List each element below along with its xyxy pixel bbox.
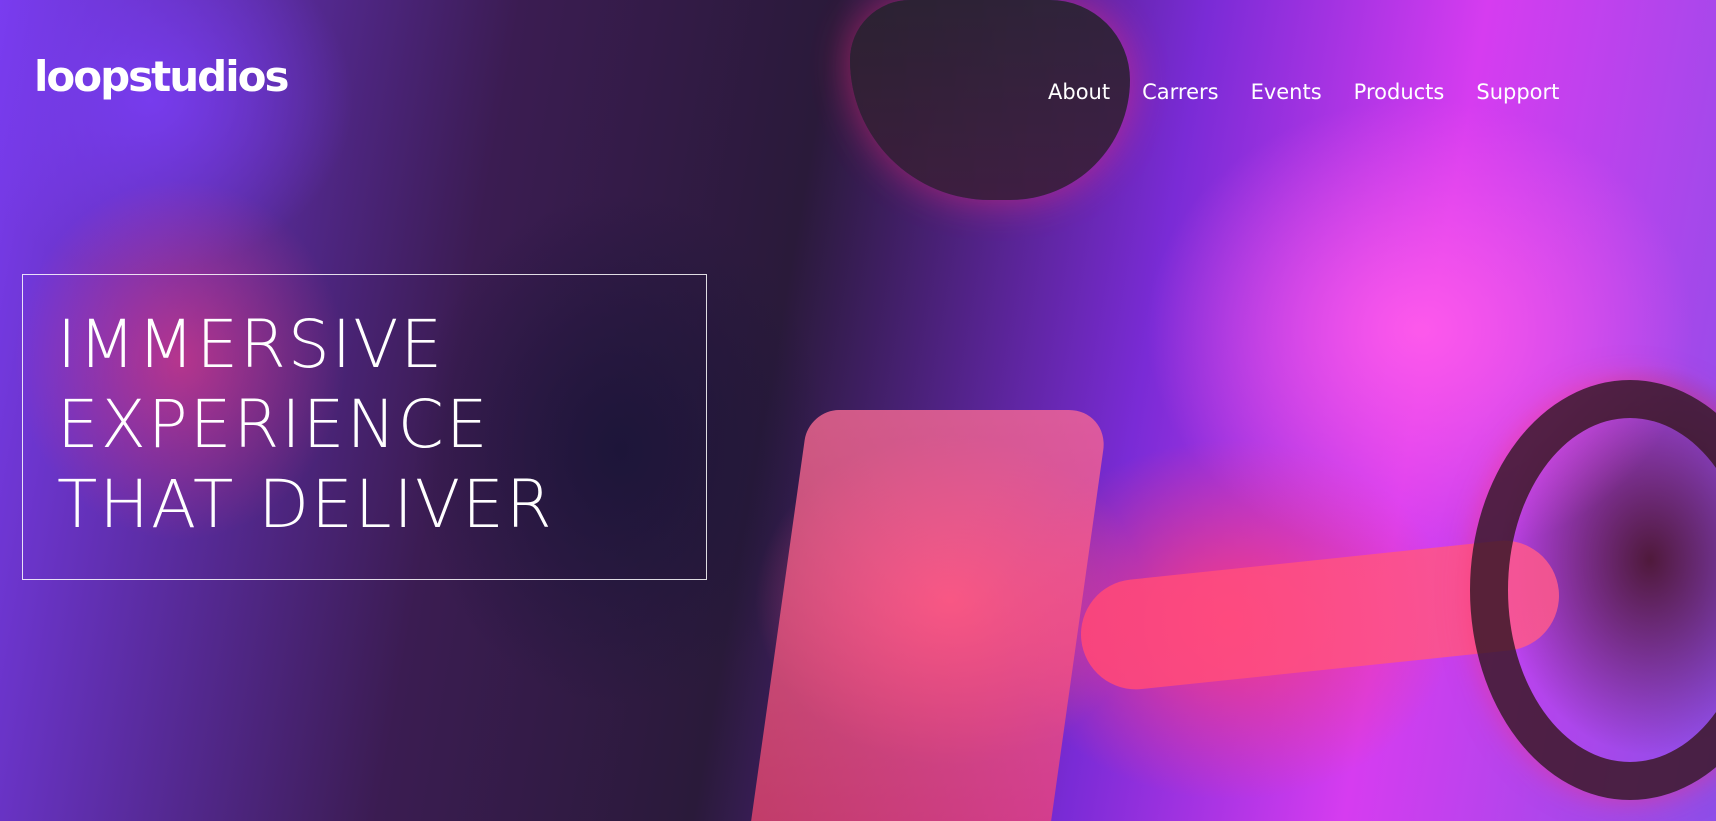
headline-line-3: THAT DELIVER bbox=[57, 466, 554, 543]
headline-line-1: IMMERSIVE bbox=[57, 306, 445, 383]
hero-headline: IMMERSIVE EXPERIENCE THAT DELIVER bbox=[57, 305, 554, 545]
hero-section: loopstudios About Carrers Events Product… bbox=[0, 0, 1716, 821]
nav-item-products[interactable]: Products bbox=[1354, 82, 1445, 103]
logo[interactable]: loopstudios bbox=[34, 56, 289, 98]
nav-item-events[interactable]: Events bbox=[1251, 82, 1322, 103]
nav-item-about[interactable]: About bbox=[1048, 82, 1110, 103]
headline-line-2: EXPERIENCE bbox=[57, 386, 490, 463]
site-header: loopstudios About Carrers Events Product… bbox=[0, 0, 1716, 190]
headline-box: IMMERSIVE EXPERIENCE THAT DELIVER bbox=[22, 274, 707, 580]
nav-item-carrers[interactable]: Carrers bbox=[1142, 82, 1218, 103]
steering-wheel-image bbox=[1470, 380, 1716, 800]
main-nav: About Carrers Events Products Support bbox=[1048, 82, 1559, 103]
shirt-image bbox=[751, 410, 1109, 821]
nav-item-support[interactable]: Support bbox=[1476, 82, 1559, 103]
